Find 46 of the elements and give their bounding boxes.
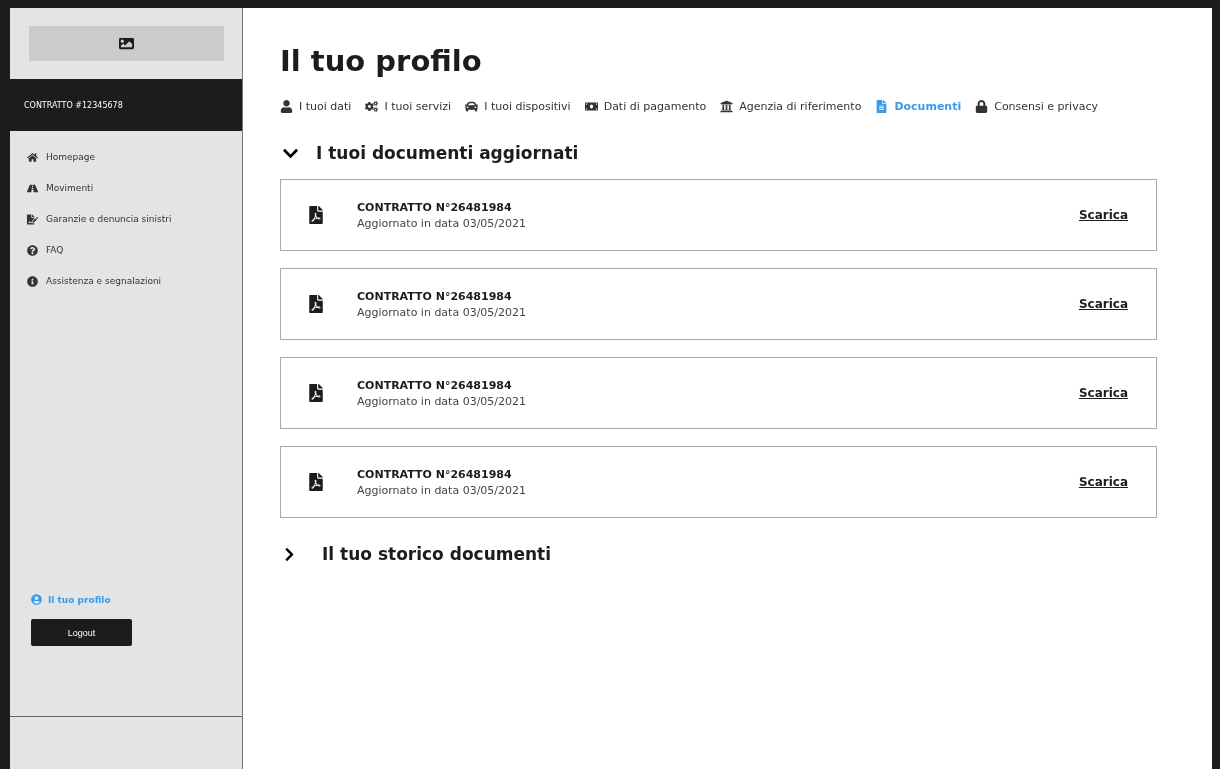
logout-button[interactable]: Logout: [31, 619, 132, 646]
section-header[interactable]: I tuoi documenti aggiornati: [282, 143, 1212, 163]
user-icon: [31, 594, 42, 605]
sidebar-item[interactable]: Homepage: [27, 149, 242, 165]
profile-tab[interactable]: Dati di pagamento: [584, 100, 707, 113]
sidebar-item[interactable]: Movimenti: [27, 180, 242, 196]
document-name: CONTRATTO N°26481984: [357, 289, 513, 303]
document-date: Aggiornato in data 03/05/2021: [357, 305, 528, 319]
download-link[interactable]: Scarica: [1078, 208, 1128, 222]
pdf-file-icon: [307, 206, 325, 224]
document-name: CONTRATTO N°26481984: [357, 378, 513, 392]
profile-tab[interactable]: I tuoi dati: [280, 100, 352, 113]
bank-icon: [720, 100, 734, 113]
profile-tab[interactable]: Agenzia di riferimento: [720, 100, 862, 113]
section-header[interactable]: Il tuo storico documenti: [282, 544, 1212, 564]
home-icon: [27, 151, 38, 163]
lock-icon: [975, 100, 989, 113]
download-link[interactable]: Scarica: [1078, 475, 1128, 489]
download-link[interactable]: Scarica: [1078, 386, 1128, 400]
gears-icon: [365, 100, 379, 113]
document-name: CONTRATTO N°26481984: [357, 200, 513, 214]
pdf-file-icon: [307, 295, 325, 313]
car-icon: [465, 100, 479, 113]
pdf-file-icon: [307, 384, 325, 402]
document-date: Aggiornato in data 03/05/2021: [357, 394, 528, 408]
document-icon: [875, 100, 889, 113]
profile-tab[interactable]: Consensi e privacy: [975, 100, 1098, 113]
sidebar-item[interactable]: Garanzie e denuncia sinistri: [27, 211, 242, 227]
pdf-file-icon: [307, 473, 325, 491]
document-date: Aggiornato in data 03/05/2021: [357, 483, 528, 497]
contract-number: CONTRATTO #12345678: [10, 79, 242, 131]
signed-document-icon: [27, 213, 38, 225]
road-icon: [27, 182, 38, 194]
document-date: Aggiornato in data 03/05/2021: [357, 216, 528, 230]
user-icon: [280, 100, 293, 113]
sidebar-item[interactable]: Assistenza e segnalazioni: [27, 273, 242, 289]
info-icon: [27, 275, 38, 287]
profile-tab[interactable]: I tuoi servizi: [365, 100, 452, 113]
banknote-icon: [584, 100, 598, 113]
page-title: Il tuo profilo: [280, 44, 483, 78]
document-name: CONTRATTO N°26481984: [357, 467, 513, 481]
profile-tab[interactable]: I tuoi dispositivi: [465, 100, 571, 113]
question-icon: [27, 244, 38, 256]
sidebar-item[interactable]: FAQ: [27, 242, 242, 258]
image-icon: [118, 36, 134, 51]
download-link[interactable]: Scarica: [1078, 297, 1128, 311]
